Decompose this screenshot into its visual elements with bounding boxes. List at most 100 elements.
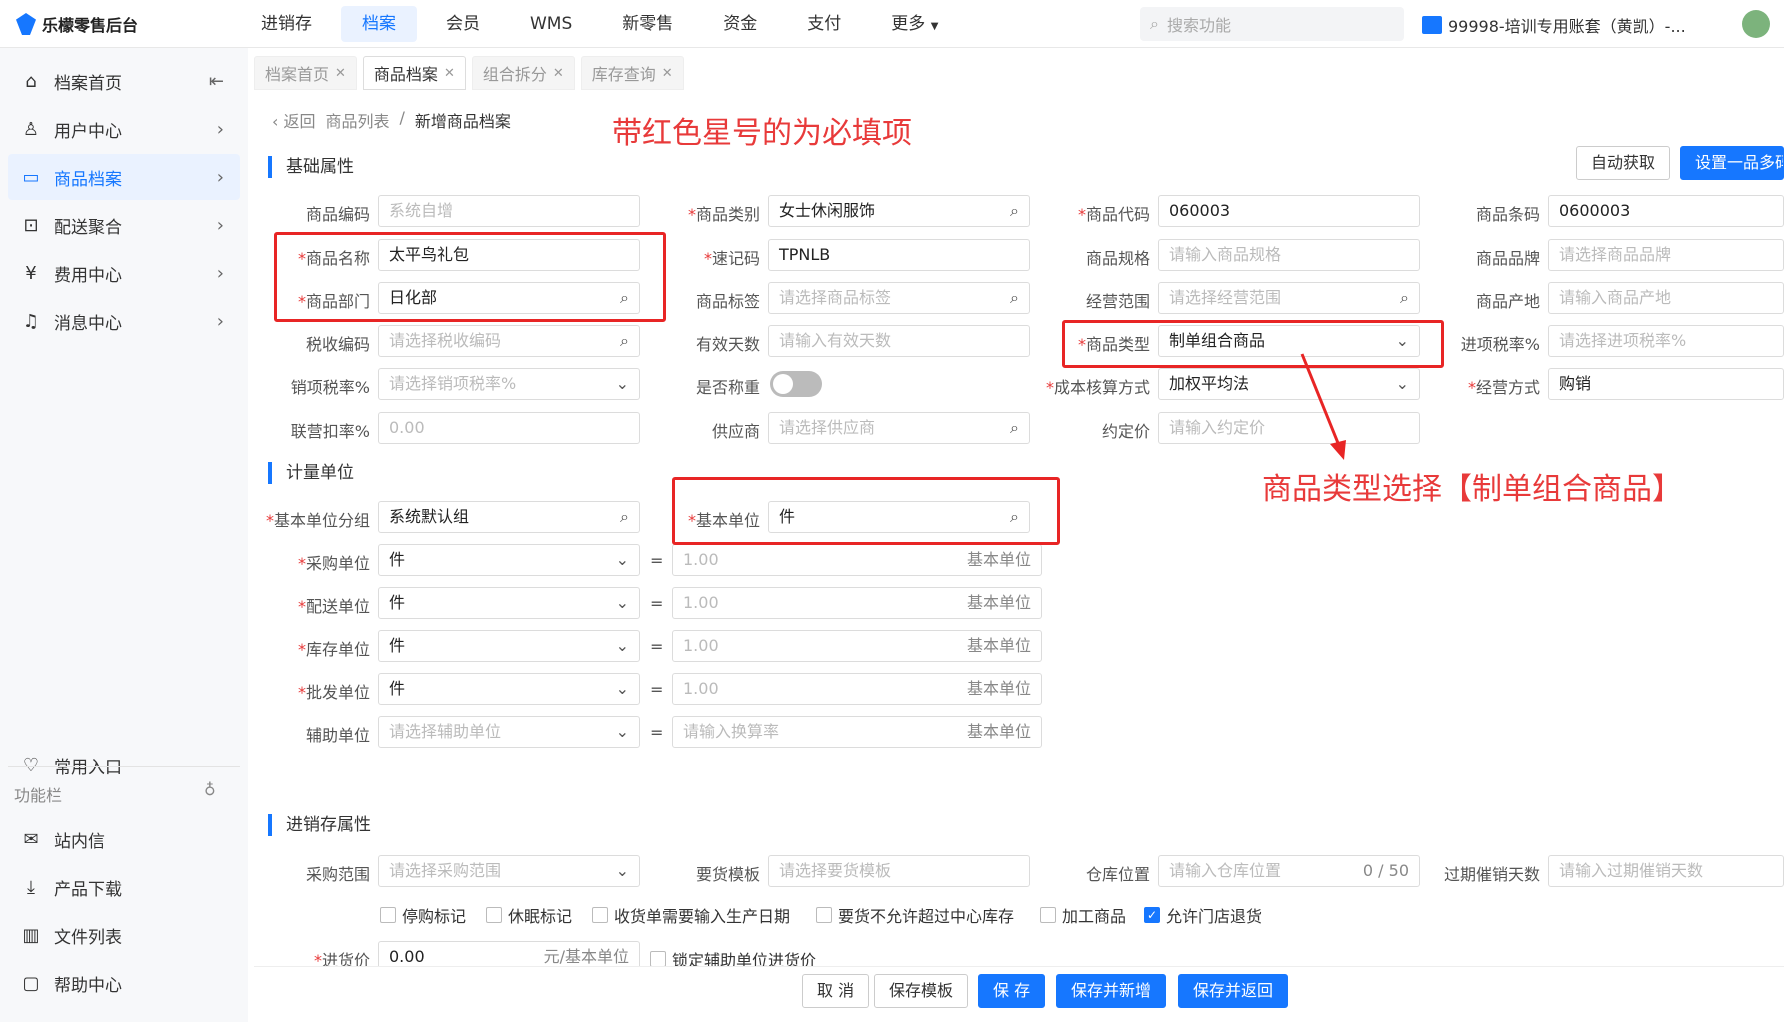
save-and-new-button[interactable]: 保存并新增 — [1056, 974, 1167, 1008]
goods-id-input[interactable]: 060003 — [1158, 195, 1420, 227]
tab-stock-query[interactable]: 库存查询 ✕ — [580, 56, 684, 90]
wholesale-ratio-input[interactable]: 1.00 基本单位 — [672, 673, 1042, 705]
origin-input[interactable]: 请输入商品产地 — [1548, 282, 1784, 314]
checkbox-allow-store-return[interactable]: ✓ 允许门店退货 — [1144, 903, 1262, 927]
sidebar-item-expense[interactable]: ¥ 费用中心 › — [8, 250, 240, 296]
sidebar-item-download[interactable]: ⤓ 产品下载 — [8, 864, 240, 910]
checkbox-box[interactable] — [592, 907, 608, 923]
goods-tag-input[interactable]: 请选择商品标签 ⌕ — [768, 282, 1030, 314]
nav-inventory[interactable]: 进销存 — [240, 6, 333, 42]
back-link[interactable]: ‹ 返回 — [272, 108, 316, 132]
memo-code-input[interactable]: TPNLB — [768, 239, 1030, 271]
expiry-days-input[interactable]: 请输入过期催销天数 — [1548, 855, 1784, 887]
auto-fetch-button[interactable]: 自动获取 — [1576, 146, 1671, 180]
search-icon[interactable]: ⌕ — [1400, 283, 1409, 313]
delivery-ratio-input[interactable]: 1.00 基本单位 — [672, 587, 1042, 619]
delivery-unit-select[interactable]: 件 ⌄ — [378, 587, 640, 619]
nav-funds[interactable]: 资金 — [702, 6, 778, 42]
nav-more[interactable]: 更多 ▼ — [870, 6, 959, 42]
nav-member[interactable]: 会员 — [425, 6, 501, 42]
sidebar-item-user-center[interactable]: ♙ 用户中心 › — [8, 106, 240, 152]
weighing-toggle[interactable] — [770, 371, 822, 397]
close-icon[interactable]: ✕ — [335, 66, 346, 81]
spec-input[interactable]: 请输入商品规格 — [1158, 239, 1420, 271]
label-tax-code: 税收编码 — [305, 335, 370, 354]
checkbox-dormant[interactable]: 休眠标记 — [486, 903, 572, 927]
valid-days-input[interactable]: 请输入有效天数 — [768, 325, 1030, 357]
close-icon[interactable]: ✕ — [444, 66, 455, 81]
nav-archive[interactable]: 档案 — [341, 6, 417, 42]
goods-code-input[interactable]: 系统自增 — [378, 195, 640, 227]
purchase-range-select[interactable]: 请选择采购范围 ⌄ — [378, 855, 640, 887]
tab-goods-archive[interactable]: 商品档案 ✕ — [362, 56, 466, 90]
search-icon[interactable]: ⌕ — [620, 502, 629, 532]
agreed-price-input[interactable]: 请输入约定价 — [1158, 412, 1420, 444]
sidebar-item-delivery[interactable]: ⊡ 配送聚合 › — [8, 202, 240, 248]
checkbox-processed-goods[interactable]: 加工商品 — [1040, 903, 1126, 927]
cancel-button[interactable]: 取 消 — [802, 974, 870, 1008]
tab-combo-split[interactable]: 组合拆分 ✕ — [471, 56, 575, 90]
checkbox-box[interactable] — [1040, 907, 1056, 923]
stock-unit-select[interactable]: 件 ⌄ — [378, 630, 640, 662]
checkbox-box[interactable] — [816, 907, 832, 923]
wholesale-unit-select[interactable]: 件 ⌄ — [378, 673, 640, 705]
stock-ratio-input[interactable]: 1.00 基本单位 — [672, 630, 1042, 662]
checkbox-box[interactable] — [486, 907, 502, 923]
breadcrumb-parent[interactable]: 商品列表 — [326, 108, 390, 132]
app-logo[interactable]: 乐檬零售后台 — [16, 12, 138, 36]
aux-unit-select[interactable]: 请选择辅助单位 ⌄ — [378, 716, 640, 748]
checkbox-production-date[interactable]: 收货单需要输入生产日期 — [592, 903, 790, 927]
barcode-input[interactable]: 0600003 — [1548, 195, 1784, 227]
check-icon[interactable]: ✓ — [1144, 907, 1160, 923]
checkbox-box[interactable] — [380, 907, 396, 923]
checkbox-stop-purchase[interactable]: 停购标记 — [380, 903, 466, 927]
headset-icon[interactable]: ♁ — [204, 780, 216, 799]
save-template-button[interactable]: 保存模板 — [874, 974, 969, 1008]
unit-group-input[interactable]: 系统默认组 ⌕ — [378, 501, 640, 533]
output-tax-select[interactable]: 请选择销项税率% ⌄ — [378, 368, 640, 400]
tax-code-input[interactable]: 请选择税收编码 ⌕ — [378, 325, 640, 357]
chevron-right-icon: › — [216, 118, 224, 140]
sidebar-item-messages[interactable]: ♫ 消息中心 › — [8, 298, 240, 344]
purchase-ratio-input[interactable]: 1.00 基本单位 — [672, 544, 1042, 576]
sidebar-item-archive-home[interactable]: ⌂ 档案首页 ⇤ — [8, 58, 240, 104]
search-input[interactable]: ⌕ 搜索功能 — [1140, 7, 1404, 41]
aux-ratio-input[interactable]: 请输入换算率 基本单位 — [672, 716, 1042, 748]
nav-new-retail[interactable]: 新零售 — [601, 6, 694, 42]
search-icon[interactable]: ⌕ — [1010, 283, 1019, 313]
input-tax-select[interactable]: 请选择进项税率% — [1548, 325, 1784, 357]
goods-category-input[interactable]: 女士休闲服饰 ⌕ — [768, 195, 1030, 227]
brand-input[interactable]: 请选择商品品牌 — [1548, 239, 1784, 271]
tab-archive-home[interactable]: 档案首页 ✕ — [254, 56, 357, 90]
sidebar-item-help[interactable]: ▢ 帮助中心 — [8, 960, 240, 1006]
nav-wms[interactable]: WMS — [509, 6, 593, 42]
business-scope-input[interactable]: 请选择经营范围 ⌕ — [1158, 282, 1420, 314]
multi-code-button[interactable]: 设置一品多码 — [1680, 146, 1784, 180]
warehouse-location-input[interactable]: 请输入仓库位置 0 / 50 — [1158, 855, 1420, 887]
close-icon[interactable]: ✕ — [662, 66, 673, 81]
account-switcher[interactable]: 99998-培训专用账套（黄凯）-... — [1422, 13, 1686, 37]
save-and-return-button[interactable]: 保存并返回 — [1178, 974, 1289, 1008]
nav-pay[interactable]: 支付 — [786, 6, 862, 42]
save-button[interactable]: 保 存 — [978, 974, 1046, 1008]
chevron-down-icon: ⌄ — [615, 722, 629, 741]
supplier-input[interactable]: 请选择供应商 ⌕ — [768, 412, 1030, 444]
search-icon[interactable]: ⌕ — [620, 326, 629, 356]
collapse-icon[interactable]: ⇤ — [209, 71, 224, 92]
sidebar-item-files[interactable]: ▥ 文件列表 — [8, 912, 240, 958]
search-icon[interactable]: ⌕ — [1010, 196, 1019, 226]
business-mode-select[interactable]: 购销 — [1548, 368, 1784, 400]
avatar[interactable] — [1742, 10, 1770, 38]
sidebar-item-inbox[interactable]: ✉ 站内信 — [8, 816, 240, 862]
close-icon[interactable]: ✕ — [553, 66, 564, 81]
joint-rate-input[interactable]: 0.00 — [378, 412, 640, 444]
logo-icon — [16, 13, 36, 35]
purchase-unit-select[interactable]: 件 ⌄ — [378, 544, 640, 576]
checkbox-box[interactable] — [650, 951, 666, 967]
checkbox-limit-central-stock[interactable]: 要货不允许超过中心库存 — [816, 903, 1014, 927]
sidebar-item-goods-archive[interactable]: ▭ 商品档案 › — [8, 154, 240, 200]
search-icon[interactable]: ⌕ — [1010, 413, 1019, 443]
order-template-select[interactable]: 请选择要货模板 — [768, 855, 1030, 887]
annotation-arrow — [1300, 353, 1346, 460]
cost-method-select[interactable]: 加权平均法 ⌄ — [1158, 368, 1420, 400]
